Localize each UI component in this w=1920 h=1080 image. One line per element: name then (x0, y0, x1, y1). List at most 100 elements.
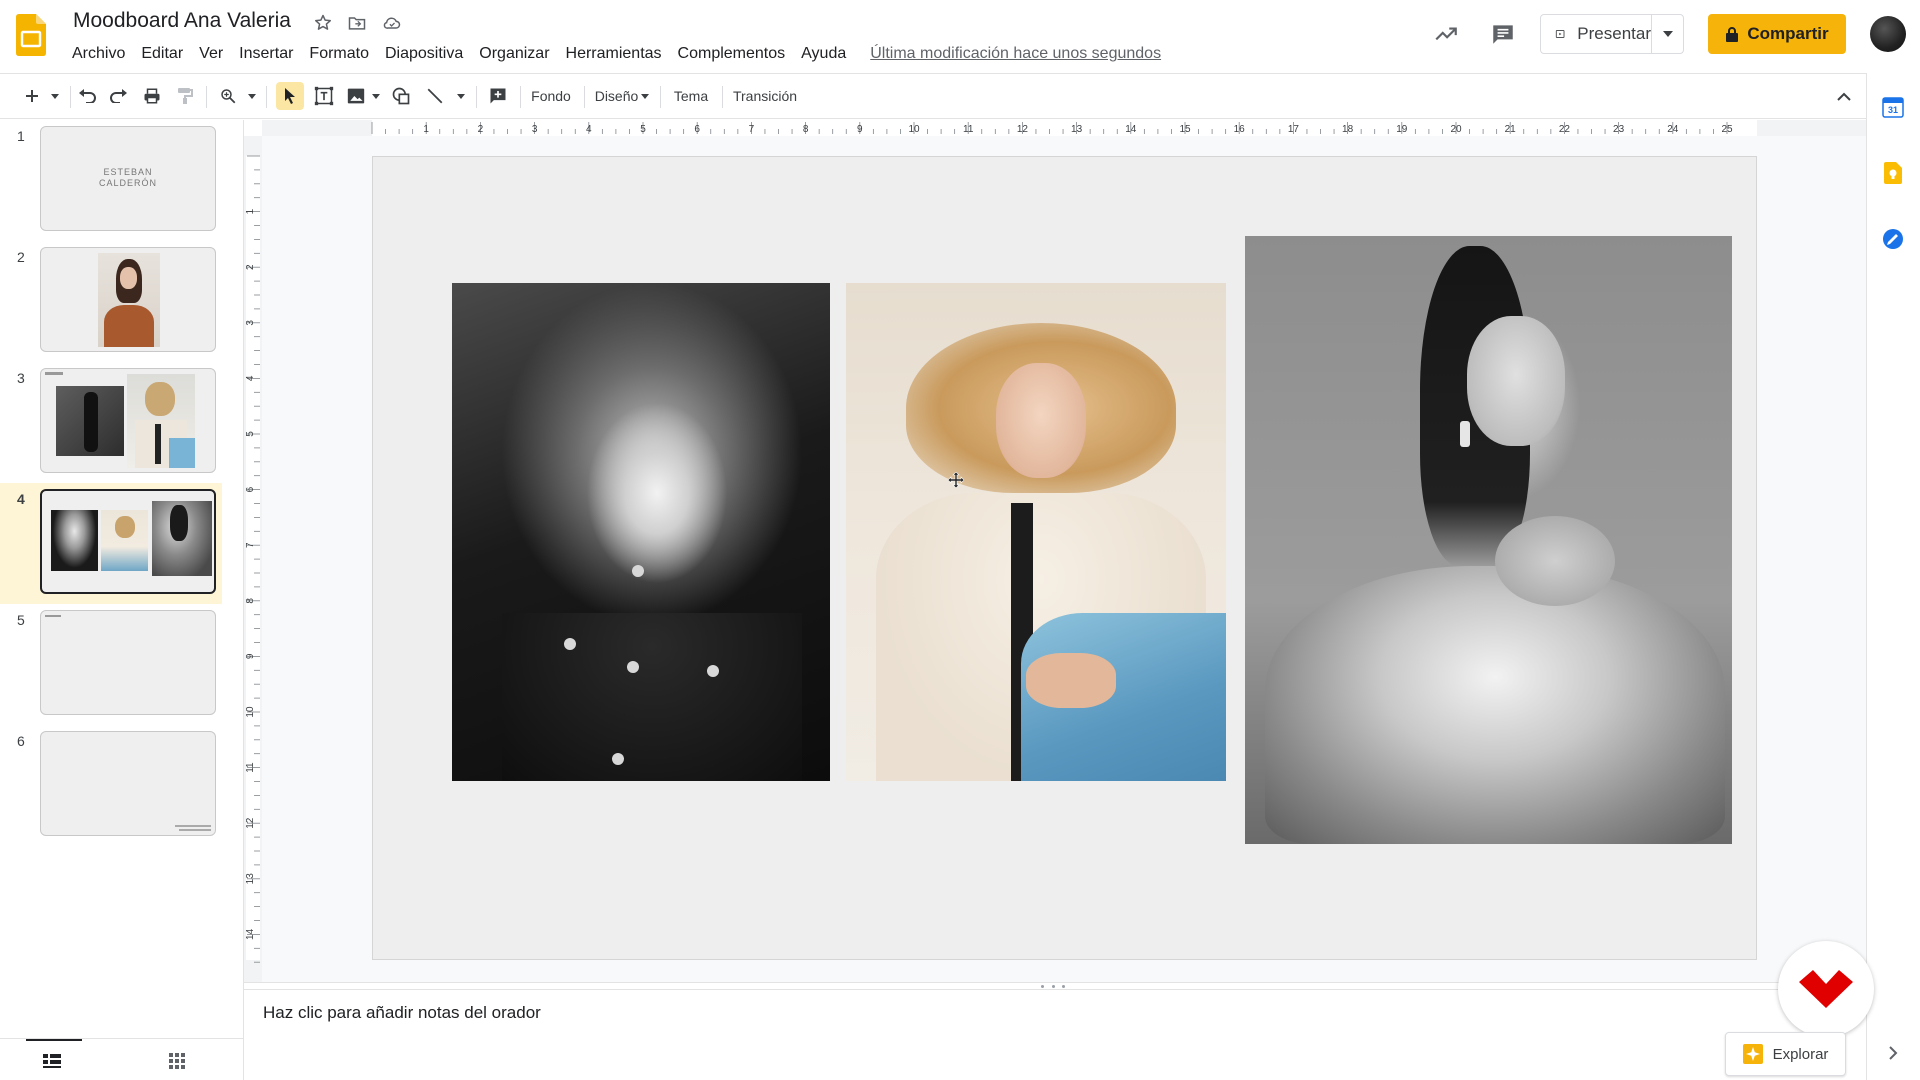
star-icon[interactable] (312, 12, 334, 34)
toolbar-separator (476, 86, 477, 108)
cloud-saved-icon[interactable] (381, 12, 403, 34)
undo-button[interactable] (74, 82, 100, 110)
menu-ayuda[interactable]: Ayuda (793, 43, 854, 65)
ruler-label: 25 (1721, 124, 1733, 135)
share-button[interactable]: Compartir (1708, 14, 1846, 54)
last-edit-link[interactable]: Última modificación hace unos segundos (870, 45, 1161, 63)
grid-view-icon (169, 1053, 185, 1069)
ruler-label: 20 (1450, 124, 1462, 135)
menu-herramientas[interactable]: Herramientas (558, 43, 670, 65)
line-icon (427, 88, 443, 104)
tasks-icon[interactable] (1881, 227, 1905, 251)
menu-formato[interactable]: Formato (301, 43, 377, 65)
filmstrip-slide-3[interactable]: 3 (0, 362, 222, 483)
print-icon (144, 88, 160, 104)
filmstrip-slide-4[interactable]: 4 (0, 483, 222, 604)
add-comment-icon (490, 88, 506, 104)
chevron-down-icon (641, 93, 650, 99)
toolbar-separator (266, 86, 267, 108)
background-button[interactable]: Fondo (526, 82, 576, 110)
line-button[interactable] (422, 82, 448, 110)
speaker-notes-placeholder: Haz clic para añadir notas del orador (263, 1003, 541, 1022)
comment-icon[interactable] (1485, 16, 1521, 52)
select-tool-button[interactable] (276, 82, 304, 110)
background-label: Fondo (531, 88, 571, 104)
filmstrip-slide-6[interactable]: 6 (0, 725, 222, 846)
zoom-dropdown[interactable] (245, 82, 259, 110)
zoom-button[interactable] (214, 82, 242, 110)
slide-thumbnail[interactable] (40, 489, 216, 594)
ruler-label: 14 (245, 928, 256, 940)
menu-complementos[interactable]: Complementos (670, 43, 794, 65)
paint-format-icon (178, 88, 193, 104)
new-slide-layout-dropdown[interactable] (48, 82, 62, 110)
keep-icon[interactable] (1881, 161, 1905, 185)
print-button[interactable] (139, 82, 165, 110)
expand-panel-icon[interactable] (1881, 1041, 1905, 1065)
collapse-toolbar-button[interactable] (1832, 82, 1856, 110)
slide-thumbnail[interactable] (40, 368, 216, 473)
activity-trend-icon[interactable] (1428, 16, 1464, 52)
ruler-label: 5 (245, 431, 256, 437)
present-button[interactable]: Presentar (1541, 15, 1651, 53)
layout-dropdown[interactable]: Diseño (590, 82, 654, 110)
menu-ver[interactable]: Ver (191, 43, 231, 65)
speaker-notes[interactable]: Haz clic para añadir notas del orador (244, 990, 1866, 1080)
slide-thumbnail[interactable] (40, 247, 216, 352)
menu-editar[interactable]: Editar (133, 43, 191, 65)
chevron-down-icon (51, 93, 59, 99)
moodboard-photo-1[interactable] (452, 283, 830, 781)
active-view-indicator (26, 1039, 82, 1041)
notes-resize-handle[interactable] (244, 982, 1866, 990)
slide-thumbnail[interactable] (40, 731, 216, 836)
menu-organizar[interactable]: Organizar (471, 43, 557, 65)
insert-image-dropdown[interactable] (369, 82, 383, 110)
theme-button[interactable]: Tema (666, 82, 716, 110)
grid-view-button[interactable] (165, 1051, 189, 1071)
text-box-button[interactable] (310, 82, 338, 110)
ruler-ticks: 1234567891011121314 (245, 155, 260, 963)
filmstrip-slide-2[interactable]: 2 (0, 241, 222, 362)
thumbnail-photo (98, 253, 160, 347)
transition-button[interactable]: Transición (728, 82, 802, 110)
toolbar-separator (206, 86, 207, 108)
slides-logo-icon[interactable] (16, 14, 46, 56)
toolbar-separator (660, 86, 661, 108)
filmstrip-view-switcher (0, 1038, 244, 1080)
slide-thumbnail[interactable] (40, 610, 216, 715)
calendar-icon[interactable]: 31 (1881, 95, 1905, 119)
moodboard-photo-3[interactable] (1245, 236, 1732, 844)
filmstrip-slide-1[interactable]: 1 ESTEBAN CALDERÓN (0, 120, 222, 241)
menu-insertar[interactable]: Insertar (231, 43, 301, 65)
menu-archivo[interactable]: Archivo (64, 43, 133, 65)
ruler-label: 18 (1342, 124, 1354, 135)
insert-image-button[interactable] (343, 82, 369, 110)
ruler-label: 6 (694, 124, 700, 135)
menu-diapositiva[interactable]: Diapositiva (377, 43, 471, 65)
toolbar-separator (70, 86, 71, 108)
present-options-dropdown[interactable] (1651, 15, 1683, 53)
slide-canvas[interactable] (372, 156, 1757, 960)
document-title[interactable]: Moodboard Ana Valeria (73, 9, 291, 33)
add-comment-button[interactable] (485, 82, 511, 110)
explore-button[interactable]: Explorar (1725, 1032, 1846, 1076)
vertical-ruler[interactable]: 1 2 3 4 5 6 7 8 9 10 11 12 13 14 (244, 136, 262, 982)
new-slide-button[interactable] (20, 82, 44, 110)
horizontal-ruler[interactable]: 1 2 3 4 5 6 7 8 9 10 11 12 13 14 15 16 17 18 19 20 21 22 23 24 2… (262, 120, 1866, 136)
ruler-label: 12 (245, 817, 256, 829)
filmstrip-slide-5[interactable]: 5 (0, 604, 222, 725)
slide-thumbnail[interactable]: ESTEBAN CALDERÓN (40, 126, 216, 231)
moodboard-photo-2[interactable] (846, 283, 1226, 781)
move-folder-icon[interactable] (346, 12, 368, 34)
paint-format-button[interactable] (172, 82, 198, 110)
slide-number: 4 (17, 491, 25, 507)
undo-icon (79, 89, 96, 103)
shape-button[interactable] (388, 82, 414, 110)
avatar[interactable] (1870, 16, 1906, 52)
line-dropdown[interactable] (454, 82, 468, 110)
filmstrip-view-button[interactable] (40, 1051, 64, 1071)
redo-button[interactable] (106, 82, 132, 110)
ruler-label: 10 (245, 706, 256, 718)
ruler-label: 4 (245, 375, 256, 381)
brand-logo-icon (1799, 970, 1853, 1008)
